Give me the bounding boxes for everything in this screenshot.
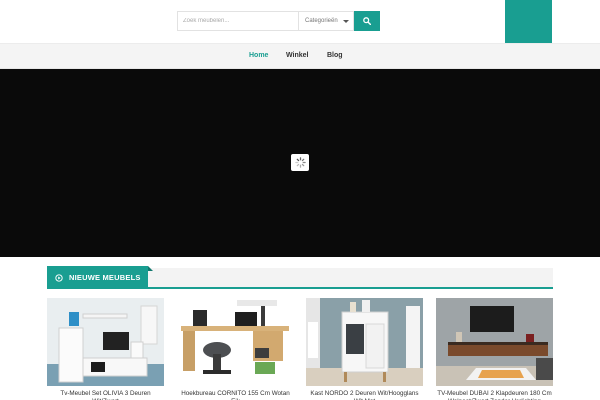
product-image[interactable]: [47, 298, 164, 386]
section-heading: NIEUWE MEUBELS: [47, 266, 153, 289]
product-title[interactable]: Tv-Meubel Set OLIVIA 3 Deuren Wit/Zwart: [47, 390, 164, 400]
spinner-icon: [294, 157, 306, 168]
search-button[interactable]: [354, 11, 380, 31]
circle-play-icon: [55, 273, 63, 282]
product-title[interactable]: TV-Meubel DUBAI 2 Klapdeuren 180 Cm Waln…: [436, 390, 553, 400]
chevron-down-icon: [343, 19, 349, 23]
search-bar: Categorieën: [177, 11, 380, 31]
product-title[interactable]: Hoekbureau CORNITO 155 Cm Wotan Eik: [177, 390, 294, 400]
product-card[interactable]: Tv-Meubel Set OLIVIA 3 Deuren Wit/Zwart: [47, 298, 164, 400]
nav-item-blog[interactable]: Blog: [327, 52, 343, 59]
product-title[interactable]: Kast NORDO 2 Deuren Wit/Hoogglans Wit Ma…: [306, 390, 423, 400]
product-image[interactable]: [306, 298, 423, 386]
category-select[interactable]: Categorieën: [298, 11, 354, 31]
search-input[interactable]: [177, 11, 298, 31]
header-accent-block: [505, 0, 552, 43]
section-title: NIEUWE MEUBELS: [69, 273, 141, 282]
loading-indicator: [291, 154, 309, 171]
product-image[interactable]: [177, 298, 294, 386]
category-select-label: Categorieën: [305, 18, 338, 24]
nav-item-home[interactable]: Home: [249, 52, 268, 59]
nav-item-winkel[interactable]: Winkel: [286, 52, 309, 59]
product-card[interactable]: Hoekbureau CORNITO 155 Cm Wotan Eik: [177, 298, 294, 400]
product-card[interactable]: TV-Meubel DUBAI 2 Klapdeuren 180 Cm Waln…: [436, 298, 553, 400]
product-image[interactable]: [436, 298, 553, 386]
product-card[interactable]: Kast NORDO 2 Deuren Wit/Hoogglans Wit Ma…: [306, 298, 423, 400]
search-icon: [363, 17, 371, 25]
main-nav: Home Winkel Blog: [0, 43, 600, 69]
